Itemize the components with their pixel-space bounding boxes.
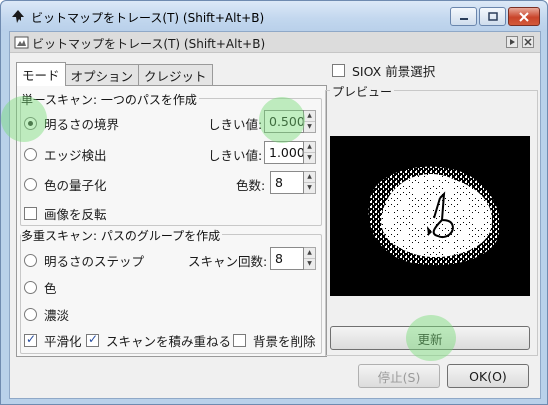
scan-count-spinner[interactable]: ▲ ▼ bbox=[270, 247, 316, 270]
dialog-title: ビットマップをトレース(T) (Shift+Alt+B) bbox=[32, 37, 266, 51]
edge-threshold-spinner[interactable]: ▲ ▼ bbox=[264, 141, 316, 164]
traced-preview-graphic bbox=[368, 166, 500, 266]
spin-down-icon[interactable]: ▼ bbox=[304, 122, 315, 132]
edge-threshold-label: しきい値: bbox=[208, 148, 263, 163]
tab-mode[interactable]: モード bbox=[16, 62, 66, 86]
grays-label: 濃淡 bbox=[44, 308, 70, 323]
minimize-button[interactable] bbox=[450, 7, 477, 26]
color-quantization-radio[interactable] bbox=[24, 178, 37, 191]
close-icon bbox=[519, 11, 529, 22]
dialog-close-button[interactable] bbox=[522, 36, 534, 48]
color-count-label: 色数: bbox=[236, 178, 266, 193]
trace-bitmap-window: ビットマップをトレース(T) (Shift+Alt+B) ビットマップをトレース… bbox=[0, 0, 548, 405]
brightness-cutoff-label: 明るさの境界 bbox=[44, 117, 120, 132]
spin-down-icon[interactable]: ▼ bbox=[304, 259, 315, 269]
brightness-threshold-label: しきい値: bbox=[208, 117, 263, 132]
stop-button[interactable]: 停止(S) bbox=[358, 364, 440, 388]
remove-background-option[interactable]: 背景を削除 bbox=[233, 331, 316, 350]
scan-count-input[interactable] bbox=[270, 247, 304, 270]
maximize-button[interactable] bbox=[479, 7, 506, 26]
colors-radio[interactable] bbox=[24, 281, 37, 294]
invert-image-checkbox[interactable] bbox=[24, 207, 37, 220]
edge-threshold-input[interactable] bbox=[264, 141, 304, 164]
colors-label: 色 bbox=[44, 281, 57, 296]
stack-scans-label: スキャンを積み重ねる bbox=[106, 334, 232, 349]
smooth-label: 平滑化 bbox=[44, 334, 82, 349]
edge-detection-radio[interactable] bbox=[24, 148, 37, 161]
smooth-option[interactable]: 平滑化 bbox=[24, 331, 82, 350]
remove-background-checkbox[interactable] bbox=[233, 334, 246, 347]
spin-up-icon[interactable]: ▲ bbox=[304, 111, 315, 122]
grays-radio[interactable] bbox=[24, 308, 37, 321]
invert-image-label: 画像を反転 bbox=[44, 207, 107, 222]
dialog-collapse-button[interactable] bbox=[506, 36, 518, 48]
remove-background-label: 背景を削除 bbox=[253, 334, 316, 349]
invert-image-option[interactable]: 画像を反転 bbox=[24, 204, 107, 223]
preview-title: プレビュー bbox=[330, 83, 395, 100]
close-icon bbox=[524, 38, 532, 46]
edge-threshold-arrows[interactable]: ▲ ▼ bbox=[304, 141, 316, 164]
tab-options[interactable]: オプション bbox=[64, 64, 140, 86]
tab-credits[interactable]: クレジット bbox=[138, 64, 213, 86]
docked-dialog-titlebar: ビットマップをトレース(T) (Shift+Alt+B) bbox=[10, 32, 540, 53]
spin-up-icon[interactable]: ▲ bbox=[304, 142, 315, 153]
stack-scans-checkbox[interactable] bbox=[86, 332, 99, 347]
close-button[interactable] bbox=[508, 7, 540, 26]
brightness-cutoff-option[interactable]: 明るさの境界 bbox=[24, 114, 119, 133]
spin-down-icon[interactable]: ▼ bbox=[304, 153, 315, 163]
siox-label: SIOX 前景選択 bbox=[352, 64, 436, 79]
edge-detection-label: エッジ検出 bbox=[44, 148, 107, 163]
scan-count-label: スキャン回数: bbox=[188, 254, 268, 269]
siox-option[interactable]: SIOX 前景選択 bbox=[332, 61, 435, 80]
brightness-cutoff-radio[interactable] bbox=[24, 117, 37, 130]
window-title: ビットマップをトレース(T) (Shift+Alt+B) bbox=[31, 11, 265, 25]
color-quantization-label: 色の量子化 bbox=[44, 178, 107, 193]
spin-down-icon[interactable]: ▼ bbox=[304, 183, 315, 193]
grays-option[interactable]: 濃淡 bbox=[24, 305, 69, 324]
multi-scan-title: 多重スキャン: パスのグループを作成 bbox=[21, 227, 223, 244]
edge-detection-option[interactable]: エッジ検出 bbox=[24, 145, 107, 164]
update-preview-button[interactable]: 更新 bbox=[330, 326, 530, 350]
brightness-threshold-spinner[interactable]: ▲ ▼ bbox=[264, 110, 316, 133]
dialog-client: ビットマップをトレース(T) (Shift+Alt+B) モード オプション ク… bbox=[9, 31, 541, 399]
spin-up-icon[interactable]: ▲ bbox=[304, 172, 315, 183]
brightness-steps-label: 明るさのステップ bbox=[44, 254, 145, 269]
spin-up-icon[interactable]: ▲ bbox=[304, 248, 315, 259]
color-count-arrows[interactable]: ▲ ▼ bbox=[304, 171, 316, 194]
color-quantization-option[interactable]: 色の量子化 bbox=[24, 175, 107, 194]
brightness-steps-option[interactable]: 明るさのステップ bbox=[24, 251, 144, 270]
tab-strip: モード オプション クレジット bbox=[16, 62, 213, 86]
siox-checkbox[interactable] bbox=[332, 64, 345, 77]
inkscape-app-icon bbox=[12, 10, 24, 23]
window-titlebar[interactable]: ビットマップをトレース(T) (Shift+Alt+B) bbox=[1, 1, 547, 31]
brightness-threshold-arrows[interactable]: ▲ ▼ bbox=[304, 110, 316, 133]
trace-bitmap-icon bbox=[14, 36, 29, 49]
maximize-icon bbox=[487, 12, 498, 21]
minimize-icon bbox=[459, 17, 468, 20]
color-count-spinner[interactable]: ▲ ▼ bbox=[270, 171, 316, 194]
single-scan-title: 単一スキャン: 一つのパスを作成 bbox=[21, 91, 199, 108]
brightness-threshold-input[interactable] bbox=[264, 110, 304, 133]
ok-button[interactable]: OK(O) bbox=[447, 364, 529, 388]
color-count-input[interactable] bbox=[270, 171, 304, 194]
play-icon bbox=[510, 39, 515, 45]
smooth-checkbox[interactable] bbox=[24, 332, 37, 347]
stack-scans-option[interactable]: スキャンを積み重ねる bbox=[86, 331, 231, 350]
colors-option[interactable]: 色 bbox=[24, 278, 57, 297]
scan-count-arrows[interactable]: ▲ ▼ bbox=[304, 247, 316, 270]
preview-image bbox=[330, 136, 530, 296]
brightness-steps-radio[interactable] bbox=[24, 254, 37, 267]
